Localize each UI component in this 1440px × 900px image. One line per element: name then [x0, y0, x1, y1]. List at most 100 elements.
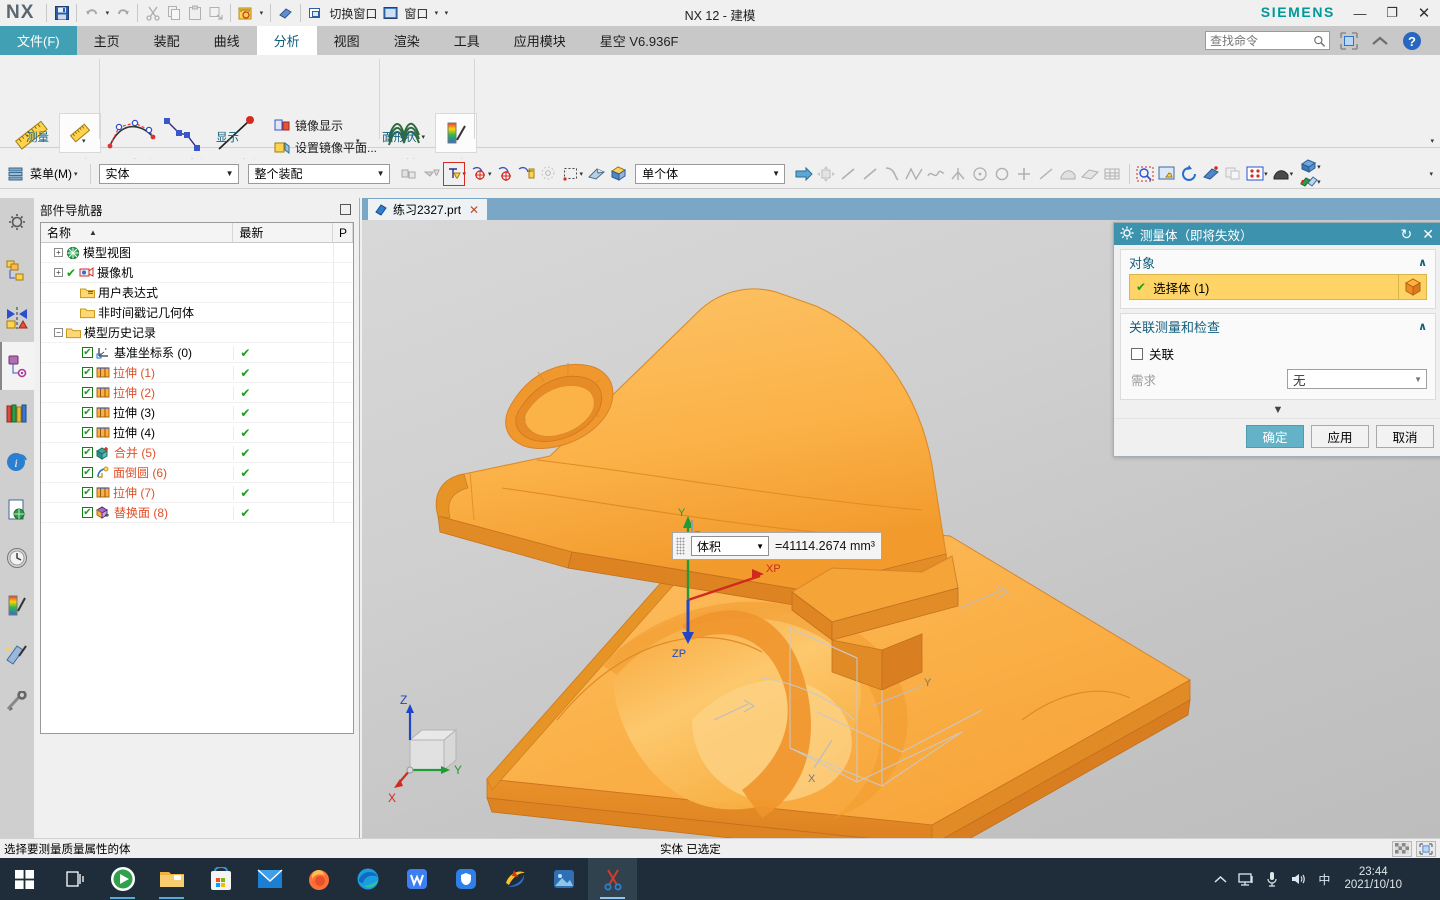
network-icon[interactable]	[1234, 858, 1258, 900]
spline-point-icon[interactable]	[903, 162, 925, 186]
snap-to-geometry-icon[interactable]	[399, 162, 421, 186]
store-icon[interactable]	[196, 858, 245, 900]
wave-icon[interactable]	[925, 162, 947, 186]
feature-suppress-checkbox[interactable]	[82, 467, 93, 478]
group-display-dialog-launcher[interactable]: ▾	[356, 137, 360, 145]
dialog-close-button[interactable]: ✕	[1418, 226, 1438, 243]
table-row[interactable]: 合并 (5) ✔	[41, 442, 353, 463]
browser-icon[interactable]	[490, 858, 539, 900]
grid-icon[interactable]	[1101, 162, 1123, 186]
measure-type-combo[interactable]: 体积 ▼	[691, 536, 769, 556]
firefox-icon[interactable]	[294, 858, 343, 900]
help-icon[interactable]: ?	[1400, 29, 1424, 53]
objects-section-header[interactable]: 对象 ∧	[1121, 250, 1435, 274]
rail-item-roles[interactable]	[0, 678, 34, 726]
rail-item-hd3d-tools[interactable]: i	[0, 438, 34, 486]
mirror-display-command[interactable]: 镜像显示	[274, 117, 343, 134]
chevron-up-icon[interactable]	[1208, 858, 1232, 900]
snap-point-2-icon[interactable]	[494, 162, 516, 186]
associative-checkbox-row[interactable]: 关联	[1121, 338, 1435, 365]
type-filter-combo[interactable]: 实体 ▼	[98, 163, 239, 184]
feature-suppress-checkbox[interactable]	[82, 347, 93, 358]
toolbar2-overflow-arrow[interactable]: ▾	[1429, 170, 1433, 178]
feature-suppress-checkbox[interactable]	[82, 447, 93, 458]
requirement-combo[interactable]: 无 ▼	[1287, 369, 1427, 389]
select-body-field[interactable]: ✔ 选择体 (1)	[1129, 274, 1399, 300]
tree-expand-toggle[interactable]: −	[54, 328, 63, 337]
intersection-point-icon[interactable]	[947, 162, 969, 186]
table-row[interactable]: 拉伸 (3) ✔	[41, 402, 353, 423]
layout-icon[interactable]	[1244, 162, 1266, 186]
pin-panel-button[interactable]	[340, 203, 351, 215]
column-header-p[interactable]: P	[333, 223, 353, 242]
tab-home[interactable]: 主页	[77, 26, 137, 55]
dialog-title-bar[interactable]: 测量体（即将失效） ↻ ✕	[1114, 223, 1440, 245]
tab-tools[interactable]: 工具	[437, 26, 497, 55]
column-header-updated[interactable]: 最新	[233, 223, 334, 242]
dialog-reset-button[interactable]: ↻	[1401, 226, 1413, 243]
drag-handle[interactable]	[676, 537, 685, 555]
tab-analysis[interactable]: 分析	[256, 26, 317, 55]
tab-curve[interactable]: 曲线	[197, 26, 257, 55]
full-screen-toggle-icon[interactable]	[1416, 840, 1436, 857]
associative-checkbox[interactable]	[1131, 347, 1143, 360]
table-row[interactable]: 拉伸 (1) ✔	[41, 362, 353, 383]
view-orientation-icon[interactable]	[1222, 162, 1244, 186]
selection-filter-icon[interactable]	[442, 161, 465, 186]
snap-point-icon[interactable]	[468, 162, 490, 186]
fit-view-icon[interactable]	[1200, 162, 1222, 186]
collapse-ribbon-icon[interactable]	[1368, 29, 1392, 53]
search-command-box[interactable]	[1205, 31, 1330, 50]
line-icon[interactable]	[837, 162, 859, 186]
column-header-name[interactable]: 名称 ▲	[41, 223, 234, 242]
search-input[interactable]	[1210, 33, 1313, 48]
table-row[interactable]: 基准坐标系 (0) ✔	[41, 342, 353, 363]
minimize-button[interactable]: —	[1344, 0, 1376, 26]
table-row[interactable]: − 模型历史记录	[41, 322, 353, 343]
line-2-icon[interactable]	[859, 162, 881, 186]
body-filter-combo[interactable]: 单个体 ▼	[635, 163, 786, 184]
feature-suppress-checkbox[interactable]	[82, 367, 93, 378]
group-measure-dialog-launcher[interactable]: ▾	[82, 137, 86, 145]
clock[interactable]: 23:44 2021/10/10	[1338, 866, 1408, 892]
rail-item-constraint-navigator[interactable]	[0, 294, 34, 342]
ime-indicator[interactable]: 中	[1312, 858, 1336, 900]
table-row[interactable]: 面倒圆 (6) ✔	[41, 462, 353, 483]
table-row[interactable]: + 模型视图	[41, 242, 353, 263]
snap-sphere-icon[interactable]	[538, 162, 560, 186]
feature-suppress-checkbox[interactable]	[82, 387, 93, 398]
file-explorer-icon[interactable]	[147, 858, 196, 900]
filter-arrow-icon[interactable]	[421, 162, 443, 186]
edge-icon[interactable]	[343, 858, 392, 900]
document-tab[interactable]: 练习2327.prt ✕	[368, 199, 488, 220]
select-body-button[interactable]	[1399, 274, 1427, 300]
checkered-flag-icon[interactable]	[1392, 840, 1412, 857]
show-desktop-button[interactable]	[1410, 858, 1434, 900]
snap-settings-icon[interactable]	[516, 162, 538, 186]
point-on-curve-icon[interactable]	[1035, 162, 1057, 186]
tab-assembly[interactable]: 装配	[137, 26, 197, 55]
wps-icon[interactable]	[392, 858, 441, 900]
table-row[interactable]: 拉伸 (4) ✔	[41, 422, 353, 443]
mic-icon[interactable]	[1260, 858, 1284, 900]
rail-item-assembly[interactable]	[0, 246, 34, 294]
zoom-window-icon[interactable]	[1134, 162, 1156, 186]
shaded-body-icon[interactable]	[585, 162, 607, 186]
rectangle-select-icon[interactable]	[560, 162, 582, 186]
rail-item-history[interactable]	[0, 534, 34, 582]
tab-file[interactable]: 文件(F)	[0, 26, 77, 55]
tab-view[interactable]: 视图	[317, 26, 377, 55]
move-object-icon[interactable]	[815, 162, 837, 186]
start-icon[interactable]	[0, 858, 49, 900]
visual-style-icon[interactable]	[1297, 175, 1319, 189]
center-point-icon[interactable]	[969, 162, 991, 186]
table-row[interactable]: 拉伸 (7) ✔	[41, 482, 353, 503]
rail-item-system-materials[interactable]	[0, 582, 34, 630]
arc-icon[interactable]	[881, 162, 903, 186]
ribbon-overflow-arrow[interactable]: ▾	[1430, 137, 1434, 145]
rail-item-reuse-library[interactable]	[0, 390, 34, 438]
associative-section-header[interactable]: 关联测量和检查 ∧	[1121, 314, 1435, 338]
point-on-face-icon[interactable]	[1057, 162, 1079, 186]
dialog-expand-more[interactable]: ▼	[1114, 400, 1440, 418]
part-navigator-tree[interactable]: 名称 ▲ 最新 P + 模型视图 + ✔ 摄像机 用户表达式 非时间戳记几何体 − 模型历史记录…	[40, 222, 354, 734]
